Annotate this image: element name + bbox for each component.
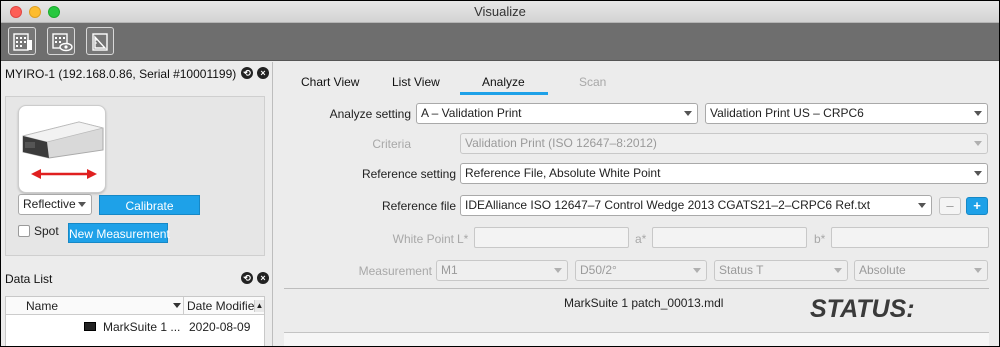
density-mode-value: Absolute bbox=[859, 263, 906, 277]
title-bar: Visualize bbox=[1, 1, 999, 23]
measurement-file-name: MarkSuite 1 patch_00013.mdl bbox=[564, 296, 724, 310]
chevron-down-icon bbox=[974, 268, 982, 273]
device-grid-icon bbox=[13, 33, 32, 51]
table-header: Name Date Modifie ▲ bbox=[6, 297, 264, 315]
reference-file-value: IDEAlliance ISO 12647–7 Control Wedge 20… bbox=[465, 198, 871, 212]
chevron-down-icon bbox=[918, 203, 926, 208]
white-point-label: White Point bbox=[392, 232, 454, 246]
restore-icon[interactable]: ⟲ bbox=[241, 272, 253, 284]
a-star-label: a* bbox=[635, 232, 647, 246]
new-measurement-button[interactable]: New Measurement bbox=[68, 223, 170, 243]
chevron-down-icon bbox=[554, 268, 562, 273]
reference-setting-select[interactable]: Reference File, Absolute White Point bbox=[460, 163, 988, 184]
column-header-date[interactable]: Date Modifie bbox=[187, 299, 254, 313]
reference-setting-label: Reference setting bbox=[361, 167, 456, 181]
view-toolbar-button[interactable] bbox=[47, 27, 75, 55]
analyze-target-select[interactable]: Validation Print US – CRPC6 bbox=[705, 103, 988, 124]
tab-list-view[interactable]: List View bbox=[392, 75, 440, 89]
status-label: STATUS: bbox=[810, 295, 915, 323]
table-row[interactable]: MarkSuite 1 ... 2020-08-09 bbox=[6, 317, 264, 337]
window-title: Visualize bbox=[474, 4, 526, 19]
tab-analyze[interactable]: Analyze bbox=[482, 75, 525, 89]
device-area: Reflective Calibrate Spot New Measuremen… bbox=[5, 96, 265, 256]
measurement-label: Measurement bbox=[358, 264, 432, 278]
illuminant-select[interactable]: D50/2° bbox=[575, 260, 707, 281]
column-header-name[interactable]: Name bbox=[26, 299, 58, 313]
calibrate-button[interactable]: Calibrate bbox=[99, 195, 200, 215]
scroll-up-icon[interactable]: ▲ bbox=[254, 300, 264, 312]
analyze-setting-select[interactable]: A – Validation Print bbox=[416, 103, 698, 124]
density-status-select[interactable]: Status T bbox=[714, 260, 848, 281]
chevron-down-icon bbox=[974, 111, 982, 116]
eye-grid-icon bbox=[52, 33, 73, 52]
close-icon[interactable]: × bbox=[257, 67, 269, 79]
column-divider bbox=[183, 297, 184, 315]
chevron-down-icon bbox=[684, 111, 692, 116]
left-panel: MYIRO-1 (192.168.0.86, Serial #10001199)… bbox=[1, 62, 273, 346]
close-icon[interactable]: × bbox=[257, 272, 269, 284]
data-list-table: Name Date Modifie ▲ MarkSuite 1 ... 2020… bbox=[5, 296, 265, 346]
reference-file-label: Reference file bbox=[381, 199, 456, 213]
measurement-mode-value: Reflective bbox=[23, 197, 76, 211]
data-list-title: Data List bbox=[5, 272, 53, 286]
ruler-icon bbox=[92, 33, 108, 51]
sort-down-icon bbox=[173, 303, 181, 308]
remove-reference-button[interactable]: – bbox=[939, 197, 961, 215]
measurement-condition-select[interactable]: M1 bbox=[436, 260, 568, 281]
reference-file-select[interactable]: IDEAlliance ISO 12647–7 Control Wedge 20… bbox=[460, 195, 932, 216]
chevron-down-icon bbox=[693, 268, 701, 273]
device-image bbox=[18, 105, 106, 193]
file-icon bbox=[84, 322, 96, 331]
white-point-b-field[interactable] bbox=[831, 227, 989, 248]
criteria-value: Validation Print (ISO 12647–8:2012) bbox=[465, 136, 657, 150]
chevron-down-icon bbox=[834, 268, 842, 273]
b-star-label: b* bbox=[814, 232, 826, 246]
density-mode-select[interactable]: Absolute bbox=[854, 260, 988, 281]
results-table-header bbox=[284, 333, 989, 346]
measurement-condition-value: M1 bbox=[441, 263, 458, 277]
row-name: MarkSuite 1 ... bbox=[103, 320, 181, 334]
chevron-down-icon bbox=[974, 171, 982, 176]
restore-icon[interactable]: ⟲ bbox=[241, 67, 253, 79]
row-date: 2020-08-09 bbox=[189, 320, 251, 334]
criteria-label: Criteria bbox=[372, 137, 411, 151]
divider bbox=[284, 288, 989, 289]
analyze-target-value: Validation Print US – CRPC6 bbox=[710, 106, 864, 120]
analyze-setting-value: A – Validation Print bbox=[421, 106, 522, 120]
chevron-down-icon bbox=[78, 202, 86, 207]
criteria-select[interactable]: Validation Print (ISO 12647–8:2012) bbox=[460, 133, 988, 154]
white-point-a-field[interactable] bbox=[652, 227, 807, 248]
spot-label: Spot bbox=[34, 224, 59, 238]
tab-chart-view[interactable]: Chart View bbox=[301, 75, 359, 89]
spectrophotometer-icon bbox=[22, 121, 104, 179]
device-panel-header: MYIRO-1 (192.168.0.86, Serial #10001199)… bbox=[1, 62, 273, 84]
chevron-down-icon bbox=[974, 141, 982, 146]
tab-scan[interactable]: Scan bbox=[579, 75, 606, 89]
density-status-value: Status T bbox=[719, 263, 764, 277]
toolbar bbox=[1, 23, 999, 61]
analyze-panel: Chart View List View Analyze Scan Analyz… bbox=[274, 62, 999, 346]
device-title: MYIRO-1 (192.168.0.86, Serial #10001199) bbox=[5, 67, 237, 81]
device-toolbar-button[interactable] bbox=[8, 27, 36, 55]
analyze-setting-label: Analyze setting bbox=[329, 107, 411, 121]
illuminant-value: D50/2° bbox=[580, 263, 617, 277]
spot-checkbox[interactable] bbox=[18, 225, 30, 237]
l-star-label: L* bbox=[457, 232, 469, 246]
measure-toolbar-button[interactable] bbox=[86, 27, 114, 55]
white-point-l-field[interactable] bbox=[474, 227, 629, 248]
add-reference-button[interactable]: + bbox=[966, 197, 988, 215]
active-tab-indicator bbox=[460, 92, 548, 95]
measurement-mode-select[interactable]: Reflective bbox=[18, 194, 92, 215]
app-window: Visualize MYIRO-1 (192.168.0.86, Serial … bbox=[1, 1, 999, 346]
reference-setting-value: Reference File, Absolute White Point bbox=[465, 166, 661, 180]
data-list-header: Data List ⟲ × bbox=[1, 267, 273, 289]
